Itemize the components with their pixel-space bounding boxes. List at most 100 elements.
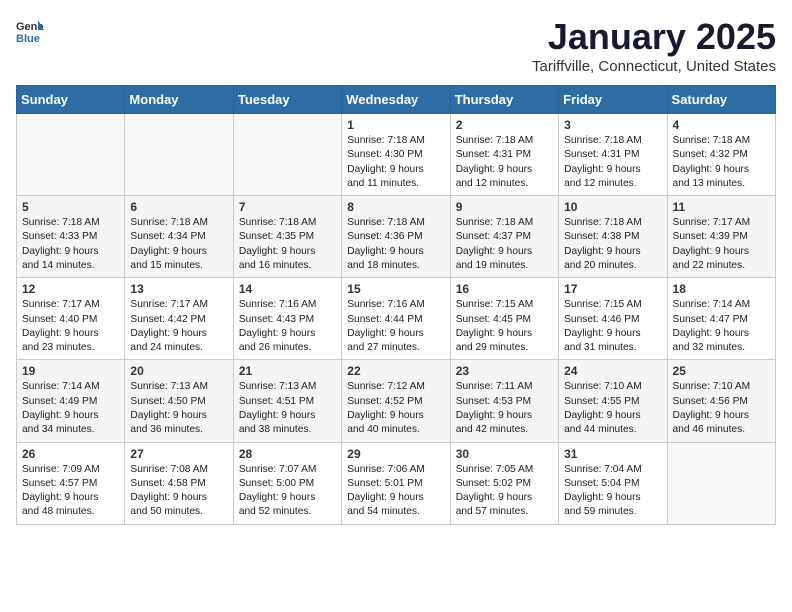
day-number: 2: [456, 118, 553, 132]
calendar-cell: [667, 442, 775, 524]
day-number: 10: [564, 200, 661, 214]
svg-text:Blue: Blue: [16, 33, 40, 44]
calendar-cell: 3 Sunrise: 7:18 AM Sunset: 4:31 PM Daylig…: [559, 114, 667, 196]
calendar-cell: 17Sunrise: 7:15 AM Sunset: 4:46 PM Dayli…: [559, 278, 667, 360]
day-number: 7: [239, 200, 336, 214]
day-info: Sunrise: 7:18 AM Sunset: 4:37 PM Dayligh…: [456, 216, 553, 273]
calendar-cell: 12 Sunrise: 7:17 AM Sunset: 4:40 PM Dayli…: [17, 278, 125, 360]
day-info: Sunrise: 7:18 AM Sunset: 4:33 PM Dayligh…: [22, 216, 119, 273]
day-info: Sunrise: 7:18 AM Sunset: 4:38 PM Dayligh…: [564, 216, 661, 273]
day-number: 25: [673, 364, 770, 378]
week-row-5: 26 Sunrise: 7:09 AM Sunset: 4:57 PM Dayli…: [17, 442, 776, 524]
day-number: 15: [347, 282, 444, 296]
day-info: Sunrise: 7:10 AM Sunset: 4:55 PM Dayligh…: [564, 380, 661, 437]
day-number: 23: [456, 364, 553, 378]
day-info: Sunrise: 7:09 AM Sunset: 4:57 PM Dayligh…: [22, 463, 119, 520]
calendar-cell: 6 Sunrise: 7:18 AM Sunset: 4:34 PM Daylig…: [125, 196, 233, 278]
day-info: Sunrise: 7:15 AM Sunset: 4:45 PM Dayligh…: [456, 298, 553, 355]
calendar-cell: 18 Sunrise: 7:14 AM Sunset: 4:47 PM Dayli…: [667, 278, 775, 360]
title-area: January 2025 Tariffville, Connecticut, U…: [532, 16, 776, 75]
day-number: 24: [564, 364, 661, 378]
calendar-cell: 11Sunrise: 7:17 AM Sunset: 4:39 PM Dayli…: [667, 196, 775, 278]
day-number: 3: [564, 118, 661, 132]
day-info: Sunrise: 7:17 AM Sunset: 4:42 PM Dayligh…: [130, 298, 227, 355]
day-number: 20: [130, 364, 227, 378]
logo: General Blue: [16, 16, 44, 44]
calendar-cell: 19 Sunrise: 7:14 AM Sunset: 4:49 PM Dayli…: [17, 360, 125, 442]
calendar-cell: 29Sunrise: 7:06 AM Sunset: 5:01 PM Dayli…: [342, 442, 450, 524]
weekday-header-sunday: Sunday: [17, 86, 125, 114]
day-number: 5: [22, 200, 119, 214]
calendar-cell: 7 Sunrise: 7:18 AM Sunset: 4:35 PM Daylig…: [233, 196, 341, 278]
calendar-cell: 16Sunrise: 7:15 AM Sunset: 4:45 PM Dayli…: [450, 278, 558, 360]
calendar-cell: 23 Sunrise: 7:11 AM Sunset: 4:53 PM Dayli…: [450, 360, 558, 442]
weekday-header-wednesday: Wednesday: [342, 86, 450, 114]
calendar-cell: 20Sunrise: 7:13 AM Sunset: 4:50 PM Dayli…: [125, 360, 233, 442]
calendar-cell: 8 Sunrise: 7:18 AM Sunset: 4:36 PM Daylig…: [342, 196, 450, 278]
calendar-cell: 22 Sunrise: 7:12 AM Sunset: 4:52 PM Dayli…: [342, 360, 450, 442]
calendar-cell: 26 Sunrise: 7:09 AM Sunset: 4:57 PM Dayli…: [17, 442, 125, 524]
day-info: Sunrise: 7:14 AM Sunset: 4:47 PM Dayligh…: [673, 298, 770, 355]
day-info: Sunrise: 7:16 AM Sunset: 4:43 PM Dayligh…: [239, 298, 336, 355]
day-info: Sunrise: 7:05 AM Sunset: 5:02 PM Dayligh…: [456, 463, 553, 520]
day-info: Sunrise: 7:12 AM Sunset: 4:52 PM Dayligh…: [347, 380, 444, 437]
day-info: Sunrise: 7:18 AM Sunset: 4:31 PM Dayligh…: [564, 134, 661, 191]
day-info: Sunrise: 7:08 AM Sunset: 4:58 PM Dayligh…: [130, 463, 227, 520]
day-info: Sunrise: 7:07 AM Sunset: 5:00 PM Dayligh…: [239, 463, 336, 520]
day-number: 17: [564, 282, 661, 296]
calendar-cell: [17, 114, 125, 196]
day-number: 9: [456, 200, 553, 214]
day-number: 29: [347, 447, 444, 461]
calendar-cell: 31Sunrise: 7:04 AM Sunset: 5:04 PM Dayli…: [559, 442, 667, 524]
calendar-cell: 27 Sunrise: 7:08 AM Sunset: 4:58 PM Dayli…: [125, 442, 233, 524]
day-number: 18: [673, 282, 770, 296]
week-row-2: 5 Sunrise: 7:18 AM Sunset: 4:33 PM Daylig…: [17, 196, 776, 278]
day-number: 8: [347, 200, 444, 214]
day-number: 31: [564, 447, 661, 461]
day-info: Sunrise: 7:18 AM Sunset: 4:32 PM Dayligh…: [673, 134, 770, 191]
weekday-header-row: SundayMondayTuesdayWednesdayThursdayFrid…: [17, 86, 776, 114]
calendar-cell: 28 Sunrise: 7:07 AM Sunset: 5:00 PM Dayli…: [233, 442, 341, 524]
calendar-cell: 13 Sunrise: 7:17 AM Sunset: 4:42 PM Dayli…: [125, 278, 233, 360]
calendar-cell: [233, 114, 341, 196]
day-info: Sunrise: 7:18 AM Sunset: 4:30 PM Dayligh…: [347, 134, 444, 191]
calendar-cell: 25 Sunrise: 7:10 AM Sunset: 4:56 PM Dayli…: [667, 360, 775, 442]
day-info: Sunrise: 7:11 AM Sunset: 4:53 PM Dayligh…: [456, 380, 553, 437]
calendar-table: SundayMondayTuesdayWednesdayThursdayFrid…: [16, 85, 776, 525]
calendar-cell: 1 Sunrise: 7:18 AM Sunset: 4:30 PM Daylig…: [342, 114, 450, 196]
calendar-cell: 24 Sunrise: 7:10 AM Sunset: 4:55 PM Dayli…: [559, 360, 667, 442]
day-number: 6: [130, 200, 227, 214]
day-info: Sunrise: 7:16 AM Sunset: 4:44 PM Dayligh…: [347, 298, 444, 355]
day-info: Sunrise: 7:17 AM Sunset: 4:40 PM Dayligh…: [22, 298, 119, 355]
day-number: 4: [673, 118, 770, 132]
day-number: 22: [347, 364, 444, 378]
location-title: Tariffville, Connecticut, United States: [532, 58, 776, 75]
logo-icon: General Blue: [16, 16, 44, 44]
week-row-3: 12 Sunrise: 7:17 AM Sunset: 4:40 PM Dayli…: [17, 278, 776, 360]
day-number: 30: [456, 447, 553, 461]
day-info: Sunrise: 7:18 AM Sunset: 4:34 PM Dayligh…: [130, 216, 227, 273]
weekday-header-thursday: Thursday: [450, 86, 558, 114]
day-number: 26: [22, 447, 119, 461]
week-row-4: 19 Sunrise: 7:14 AM Sunset: 4:49 PM Dayli…: [17, 360, 776, 442]
weekday-header-friday: Friday: [559, 86, 667, 114]
day-info: Sunrise: 7:18 AM Sunset: 4:36 PM Dayligh…: [347, 216, 444, 273]
day-number: 19: [22, 364, 119, 378]
calendar-cell: 30 Sunrise: 7:05 AM Sunset: 5:02 PM Dayli…: [450, 442, 558, 524]
day-info: Sunrise: 7:14 AM Sunset: 4:49 PM Dayligh…: [22, 380, 119, 437]
day-number: 27: [130, 447, 227, 461]
day-number: 14: [239, 282, 336, 296]
day-number: 1: [347, 118, 444, 132]
day-number: 13: [130, 282, 227, 296]
day-number: 12: [22, 282, 119, 296]
calendar-cell: [125, 114, 233, 196]
day-info: Sunrise: 7:10 AM Sunset: 4:56 PM Dayligh…: [673, 380, 770, 437]
calendar-cell: 14 Sunrise: 7:16 AM Sunset: 4:43 PM Dayli…: [233, 278, 341, 360]
calendar-cell: 21Sunrise: 7:13 AM Sunset: 4:51 PM Dayli…: [233, 360, 341, 442]
day-info: Sunrise: 7:18 AM Sunset: 4:31 PM Dayligh…: [456, 134, 553, 191]
day-number: 21: [239, 364, 336, 378]
day-info: Sunrise: 7:18 AM Sunset: 4:35 PM Dayligh…: [239, 216, 336, 273]
calendar-cell: 9 Sunrise: 7:18 AM Sunset: 4:37 PM Daylig…: [450, 196, 558, 278]
day-number: 28: [239, 447, 336, 461]
header: General Blue January 2025 Tariffville, C…: [16, 16, 776, 75]
